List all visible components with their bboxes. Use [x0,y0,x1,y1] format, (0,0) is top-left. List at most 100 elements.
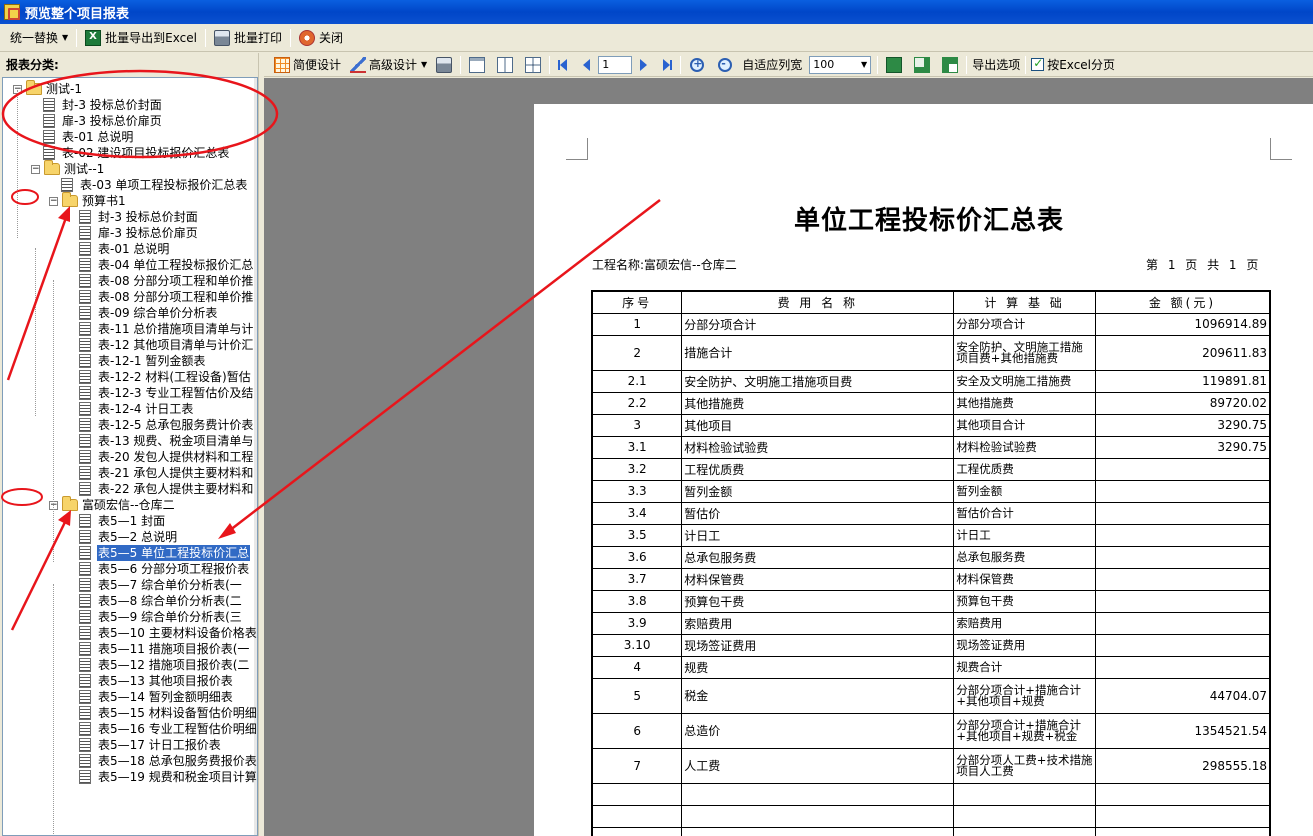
row-number-cell [591,804,683,828]
tree-report-item[interactable]: 表5—16 专业工程暂估价明细 [67,721,257,737]
tree-report-item[interactable]: 表-12-5 总承包服务费计价表 [67,417,254,433]
excel-paging-checkbox[interactable]: 按Excel分页 [1028,55,1118,75]
zoom-out-button[interactable]: - [711,55,739,75]
report-doc-icon [79,578,91,592]
printer-icon [213,29,230,46]
tree-report-item[interactable]: 表-08 分部分项工程和单价推 [67,289,254,305]
tree-report-item[interactable]: 表5—9 综合单价分析表(三 [67,609,243,625]
last-page-icon [663,58,671,71]
tree-report-item[interactable]: 表5—6 分部分项工程报价表 [67,561,250,577]
tree-report-item[interactable]: 表-12-1 暂列金额表 [67,353,206,369]
two-page-view-button[interactable] [491,55,519,75]
calc-base-cell: 安全及文明施工措施费 [953,369,1096,393]
batch-export-excel-button[interactable]: 批量导出到Excel [79,27,203,49]
tree-report-item[interactable]: 表-12-4 计日工表 [67,401,194,417]
export-excel-button[interactable] [880,55,908,75]
report-tree[interactable]: − 测试-1 封-3 投标总价封面 扉-3 投标总价扉页 表-01 总说明 表-02 建设… [2,77,258,836]
amount-cell [1094,655,1271,679]
tree-report-item[interactable]: 表-01 总说明 [67,241,170,257]
cost-name-cell: 其他项目 [681,413,955,437]
tree-report-item[interactable]: 表5—10 主要材料设备价格表 [67,625,257,641]
tree-report-item[interactable]: 扉-3 投标总价扉页 [67,225,199,241]
first-page-button[interactable] [552,55,575,75]
single-page-view-button[interactable] [463,55,491,75]
print-button[interactable] [430,55,458,75]
report-doc-icon [79,642,91,656]
tree-report-item[interactable]: 表-01 总说明 [31,129,134,145]
tree-report-item[interactable]: 封-3 投标总价封面 [67,209,199,225]
table-row: 3.6 总承包服务费 总承包服务费 [591,545,1271,569]
tree-report-item[interactable]: 表5—15 材料设备暂估价明细 [67,705,257,721]
tree-report-item[interactable]: 表5—7 综合单价分析表(一 [67,577,243,593]
advanced-design-button[interactable]: 高级设计 ▼ [344,55,430,75]
report-preview-area[interactable]: 单位工程投标价汇总表 工程名称:富硕宏信--仓库二 第 1 页 共 1 页 序号… [264,78,1313,836]
tree-report-item[interactable]: 封-3 投标总价封面 [31,97,163,113]
sheet-export-icon [914,56,931,73]
window-title-bar[interactable]: 预览整个项目报表 [0,0,1313,24]
tree-item-label: 表5—1 封面 [98,514,166,528]
tree-report-item[interactable]: 表-12 其他项目清单与计价汇 [67,337,254,353]
report-doc-icon [79,466,91,480]
export-multi-button[interactable] [936,55,964,75]
page-number-input[interactable] [598,55,633,74]
amount-cell [1094,804,1271,828]
tree-report-item[interactable]: 表-13 规费、税金项目清单与 [67,433,254,449]
cost-name-cell: 分部分项合计 [681,312,955,336]
last-page-button[interactable] [655,55,678,75]
tree-report-item[interactable]: 表-12-2 材料(工程设备)暂估 [67,369,252,385]
toolbar-separator [549,55,551,74]
table-row: 3.10 现场签证费用 现场签证费用 [591,633,1271,657]
amount-cell [1094,523,1271,547]
tree-item-label: 表5—13 其他项目报价表 [98,674,233,688]
tree-report-item[interactable]: 表-21 承包人提供主要材料和 [67,465,254,481]
amount-cell [1094,479,1271,503]
amount-cell [1094,457,1271,481]
tree-report-item[interactable]: 表5—19 规费和税金项目计算 [67,769,257,785]
tree-report-item[interactable]: 表-04 单位工程投标报价汇总 [67,257,254,273]
batch-print-button[interactable]: 批量打印 [208,27,288,49]
tree-report-item[interactable]: 表-20 发包人提供材料和工程 [67,449,254,465]
folder-icon [44,160,60,175]
batch-print-label: 批量打印 [233,31,282,45]
tree-folder-item[interactable]: − 富硕宏信--仓库二 [49,496,176,513]
multi-page-view-button[interactable] [519,55,547,75]
tree-item-label: 测试-1 [46,82,82,96]
tree-report-item[interactable]: 表-12-3 专业工程暂估价及结 [67,385,254,401]
zoom-in-button[interactable]: + [683,55,711,75]
next-page-button[interactable] [632,55,655,75]
fit-width-button[interactable]: 自适应列宽 [739,55,805,75]
zoom-select[interactable]: 100 ▼ [809,55,872,74]
tree-report-item[interactable]: 表-02 建设项目投标报价汇总表 [31,145,230,161]
tree-report-item[interactable]: 扉-3 投标总价扉页 [31,113,163,129]
tree-report-item[interactable]: 表5—12 措施项目报价表(二 [67,657,250,673]
tree-report-item[interactable]: 表-08 分部分项工程和单价推 [67,273,254,289]
tree-report-item[interactable]: 表-03 单项工程投标报价汇总表 [49,177,248,193]
export-sheet-button[interactable] [908,55,936,75]
tree-report-item[interactable]: 表5—2 总说明 [67,529,178,545]
tree-report-item[interactable]: 表-11 总价措施项目清单与计 [67,321,254,337]
report-doc-icon [79,658,91,672]
tree-report-item[interactable]: 表5—14 暂列金额明细表 [67,689,234,705]
replace-all-button[interactable]: 统一替换 ▼ [4,27,74,49]
prev-page-button[interactable] [575,55,598,75]
close-button[interactable]: 关闭 [293,27,349,49]
tree-report-item[interactable]: 表5—17 计日工报价表 [67,737,222,753]
tree-report-item[interactable]: 表5—11 措施项目报价表(一 [67,641,250,657]
tree-report-item[interactable]: 表5—1 封面 [67,513,166,529]
collapse-icon[interactable]: − [31,164,40,174]
tree-report-item[interactable]: 表5—8 综合单价分析表(二 [67,593,243,609]
tree-folder-item[interactable]: − 测试--1 [31,160,105,177]
tree-report-item[interactable]: 表-22 承包人提供主要材料和 [67,481,254,497]
tree-item-label: 表-20 发包人提供材料和工程 [98,450,254,464]
tree-folder-item[interactable]: − 测试-1 [13,80,83,97]
tree-report-item[interactable]: 表5—5 单位工程投标价汇总 [67,545,251,561]
tree-report-item[interactable]: 表-09 综合单价分析表 [67,305,218,321]
simple-design-button[interactable]: 简便设计 [268,55,344,75]
report-doc-icon [79,626,91,640]
export-options-button[interactable]: 导出选项 [969,55,1023,75]
tree-report-item[interactable]: 表5—13 其他项目报价表 [67,673,234,689]
tree-item-label: 表5—18 总承包服务费报价表 [98,754,257,768]
tree-folder-item[interactable]: − 预算书1 [49,192,127,209]
collapse-icon[interactable]: − [49,196,58,206]
tree-report-item[interactable]: 表5—18 总承包服务费报价表 [67,753,257,769]
